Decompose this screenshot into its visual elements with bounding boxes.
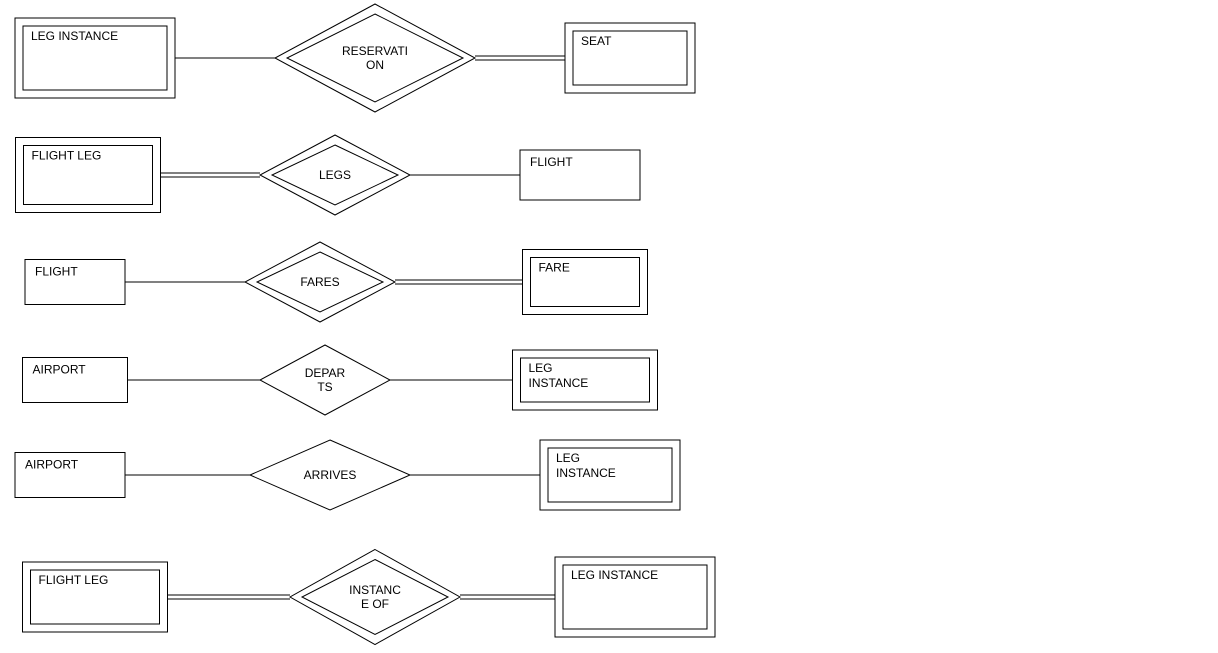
relationship-3-label-1: TS: [317, 380, 332, 394]
entity-right-5: LEG INSTANCE: [555, 557, 715, 637]
entity-right-5-label: LEG INSTANCE: [571, 568, 658, 582]
entity-left-2: FLIGHT: [25, 260, 125, 305]
entity-left-0-label: LEG INSTANCE: [31, 29, 118, 43]
relationship-1-label: LEGS: [319, 168, 351, 182]
entity-right-4: LEGINSTANCE: [540, 440, 680, 510]
link-right-5: [460, 595, 555, 599]
relationship-5-label: INSTANC: [349, 583, 401, 597]
entity-left-3: AIRPORT: [23, 358, 128, 403]
entity-right-2: FARE: [523, 250, 648, 315]
relationship-3-label: DEPAR: [305, 366, 346, 380]
entity-left-1: FLIGHT LEG: [16, 138, 161, 213]
entity-right-1: FLIGHT: [520, 150, 640, 200]
entity-left-2-label: FLIGHT: [35, 265, 78, 279]
relationship-4: ARRIVES: [250, 440, 410, 510]
entity-right-4-label: LEG: [556, 451, 580, 465]
entity-right-0-label: SEAT: [581, 34, 612, 48]
entity-right-3: LEGINSTANCE: [513, 350, 658, 410]
relationship-4-label: ARRIVES: [304, 468, 357, 482]
entity-right-0: SEAT: [565, 23, 695, 93]
relationship-0-label-1: ON: [366, 58, 384, 72]
entity-right-4-label-1: INSTANCE: [556, 466, 616, 480]
relationship-2-label: FARES: [300, 275, 339, 289]
link-left-1: [161, 173, 261, 177]
link-right-2: [395, 280, 523, 284]
entity-left-3-label: AIRPORT: [33, 363, 87, 377]
relationship-0: RESERVATION: [275, 4, 475, 112]
entity-right-2-label: FARE: [539, 261, 570, 275]
relationship-1: LEGS: [260, 135, 410, 215]
relationship-2: FARES: [245, 242, 395, 322]
entity-left-5-label: FLIGHT LEG: [39, 573, 109, 587]
relationship-5-label-1: E OF: [361, 597, 389, 611]
entity-left-1-label: FLIGHT LEG: [32, 149, 102, 163]
relationship-5: INSTANCE OF: [290, 550, 460, 645]
entity-left-4-label: AIRPORT: [25, 458, 79, 472]
entity-left-5: FLIGHT LEG: [23, 562, 168, 632]
entity-right-3-label: LEG: [529, 361, 553, 375]
relationship-3: DEPARTS: [260, 345, 390, 415]
relationship-0-label: RESERVATI: [342, 44, 408, 58]
link-left-5: [168, 595, 291, 599]
link-right-0: [475, 56, 565, 60]
entity-left-0: LEG INSTANCE: [15, 18, 175, 98]
entity-right-3-label-1: INSTANCE: [529, 376, 589, 390]
entity-left-4: AIRPORT: [15, 453, 125, 498]
entity-right-1-label: FLIGHT: [530, 155, 573, 169]
